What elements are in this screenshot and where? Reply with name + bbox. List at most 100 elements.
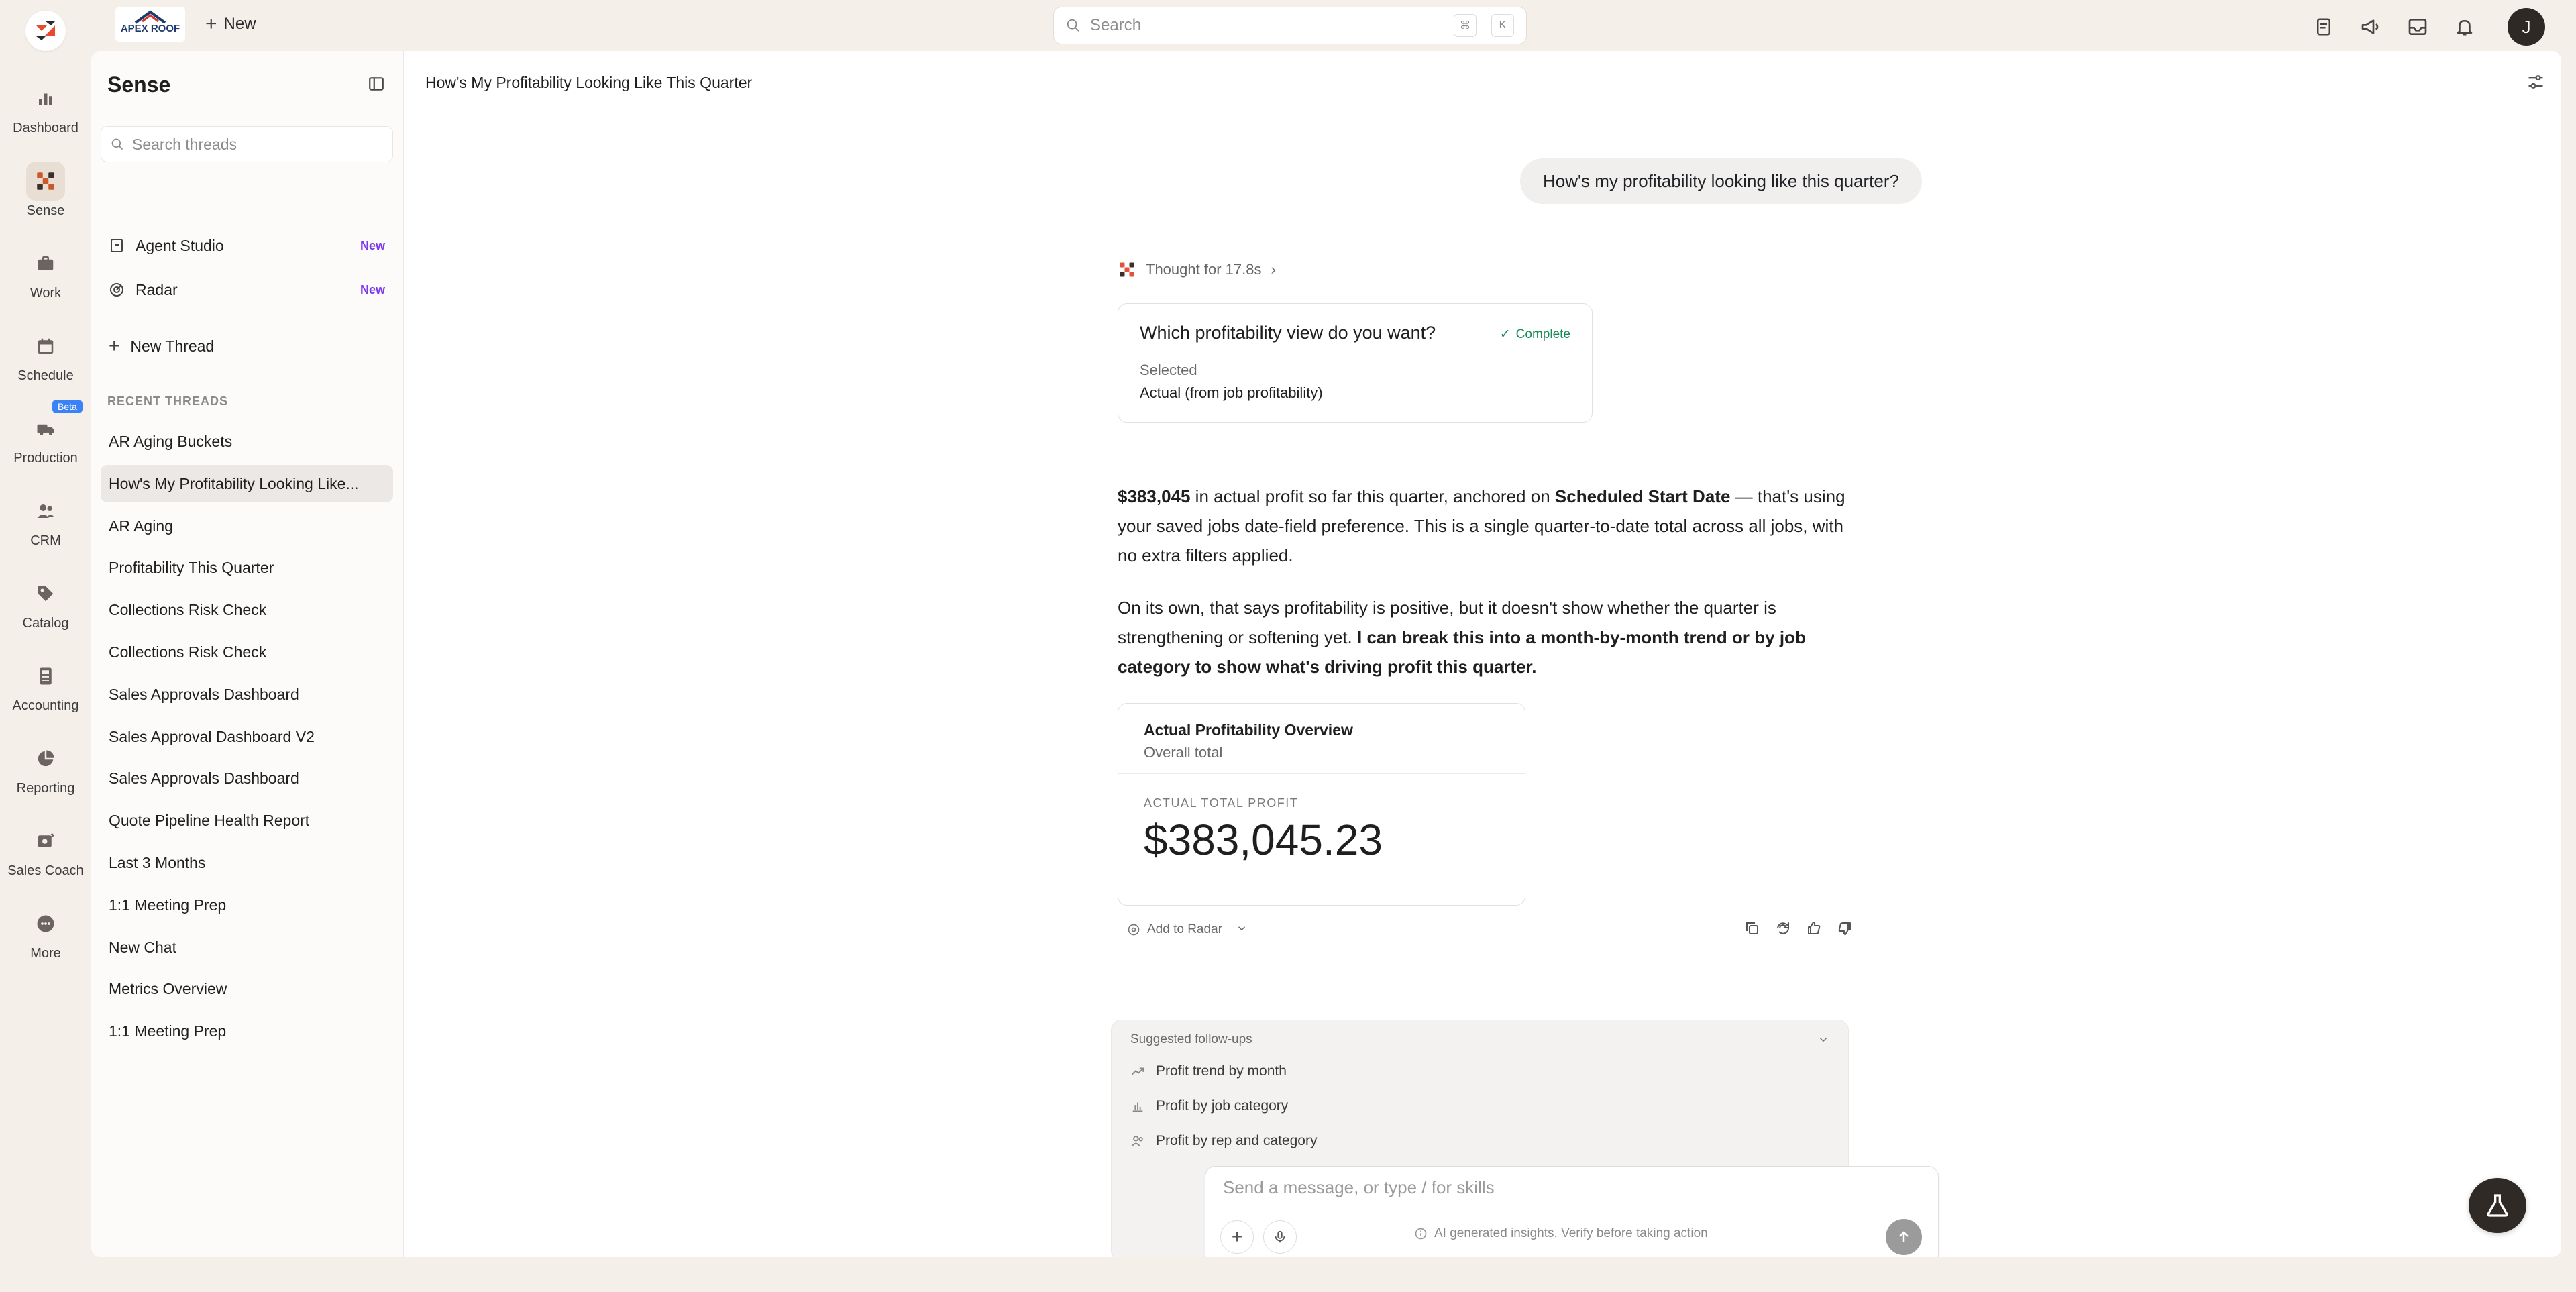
sidebar-item-agent-studio[interactable]: Agent Studio New: [101, 227, 393, 264]
company-logo[interactable]: APEX ROOF: [115, 7, 185, 42]
rail-item-reporting[interactable]: Reporting: [0, 727, 91, 801]
search-placeholder: Search: [1090, 16, 1142, 34]
coach-icon: [26, 822, 65, 861]
new-button-label: New: [223, 15, 256, 33]
bar-chart-icon: [26, 79, 65, 118]
rail-item-catalog[interactable]: Catalog: [0, 562, 91, 636]
followup-item[interactable]: Profit trend by month: [1130, 1063, 1287, 1079]
rail-item-sales-coach[interactable]: Sales Coach: [0, 810, 91, 883]
user-message: How's my profitability looking like this…: [1520, 158, 1922, 204]
sidebar-item-label: Radar: [136, 280, 178, 299]
radar-icon: [110, 283, 123, 297]
answer-paragraph-2: On its own, that says profitability is p…: [1118, 593, 1862, 682]
thread-item[interactable]: Sales Approvals Dashboard: [101, 676, 393, 713]
disclaimer-text: AI generated insights. Verify before tak…: [1434, 1226, 1708, 1240]
company-logo-text: APEX ROOF: [120, 23, 180, 34]
thread-item-active[interactable]: How's My Profitability Looking Like...: [101, 465, 393, 502]
rail-item-schedule[interactable]: Schedule: [0, 315, 91, 388]
document-edit-icon: [111, 239, 123, 252]
thread-item[interactable]: Sales Approvals Dashboard: [101, 759, 393, 797]
thread-item[interactable]: Sales Approval Dashboard V2: [101, 718, 393, 755]
followup-item[interactable]: Profit by rep and category: [1130, 1133, 1317, 1149]
flask-button[interactable]: [2469, 1178, 2526, 1233]
info-icon: [1415, 1228, 1427, 1240]
user-avatar[interactable]: J: [2508, 8, 2545, 46]
rail-item-production[interactable]: Beta Production: [0, 397, 91, 471]
thread-item[interactable]: AR Aging: [101, 507, 393, 545]
thread-search-input[interactable]: Search threads: [101, 126, 393, 162]
refresh-icon[interactable]: [1775, 920, 1791, 940]
thread-item[interactable]: Metrics Overview: [101, 970, 393, 1008]
calculator-icon: [26, 657, 65, 696]
thread-item[interactable]: AR Aging Buckets: [101, 423, 393, 460]
arrow-up-icon: [1899, 1231, 1909, 1242]
thought-toggle[interactable]: Thought for 17.8s ›: [1118, 260, 1276, 279]
top-bar: APEX ROOF + New Search ⌘ K J: [0, 0, 2576, 51]
rail-label: Production: [13, 451, 78, 466]
new-badge: New: [360, 282, 385, 297]
inbox-icon[interactable]: [2404, 10, 2431, 44]
ai-disclaimer: AI generated insights. Verify before tak…: [1414, 1226, 1708, 1241]
complete-label: Complete: [1515, 327, 1570, 341]
beta-badge: Beta: [52, 400, 83, 413]
sidebar-toggle-icon[interactable]: [368, 75, 385, 96]
attach-button[interactable]: +: [1220, 1220, 1254, 1254]
new-button[interactable]: + New: [205, 11, 256, 38]
followup-item[interactable]: Profit by job category: [1130, 1098, 1288, 1114]
followup-label: Profit trend by month: [1156, 1063, 1287, 1079]
selected-value: Actual (from job profitability): [1140, 384, 1323, 401]
thread-search-placeholder: Search threads: [132, 135, 237, 153]
message-icon-buttons: [1744, 920, 1853, 940]
chevron-down-icon[interactable]: [1236, 922, 1248, 938]
rail-item-accounting[interactable]: Accounting: [0, 645, 91, 718]
divider: [1118, 773, 1525, 774]
main-panel: Sense Search threads Agent Studio New Ra…: [91, 51, 2561, 1257]
users-icon: [26, 492, 65, 531]
thread-item[interactable]: 1:1 Meeting Prep: [101, 1012, 393, 1050]
sidebar-item-radar[interactable]: Radar New: [101, 271, 393, 309]
send-button[interactable]: [1886, 1219, 1922, 1255]
stat-card-title: Actual Profitability Overview: [1144, 721, 1353, 739]
answer-text: in actual profit so far this quarter, an…: [1190, 486, 1555, 506]
briefcase-icon: [26, 244, 65, 283]
bell-icon[interactable]: [2451, 10, 2478, 44]
tag-icon: [26, 574, 65, 613]
rail-item-sense[interactable]: Sense: [0, 150, 91, 223]
chevron-down-icon[interactable]: [1817, 1034, 1829, 1049]
rail-label: Sales Coach: [7, 863, 84, 878]
composer-placeholder: Send a message, or type / for skills: [1223, 1177, 1495, 1197]
megaphone-icon[interactable]: [2357, 10, 2384, 44]
thread-item[interactable]: Last 3 Months: [101, 844, 393, 881]
sliders-icon[interactable]: [2526, 72, 2545, 95]
thought-label: Thought for 17.8s: [1146, 261, 1262, 278]
rail-item-dashboard[interactable]: Dashboard: [0, 67, 91, 141]
thread-item[interactable]: 1:1 Meeting Prep: [101, 886, 393, 924]
app-logo[interactable]: [25, 11, 66, 51]
rail-label: Catalog: [22, 616, 69, 631]
thread-item[interactable]: Collections Risk Check: [101, 633, 393, 671]
add-to-radar-button[interactable]: Add to Radar: [1127, 922, 1222, 937]
new-thread-button[interactable]: + New Thread: [101, 327, 393, 365]
stat-card-subtitle: Overall total: [1144, 744, 1223, 761]
rail-label: Sense: [26, 203, 65, 218]
profit-stat-card: Actual Profitability Overview Overall to…: [1118, 703, 1525, 906]
message-composer[interactable]: Send a message, or type / for skills +: [1205, 1166, 1939, 1257]
stat-value: $383,045.23: [1144, 816, 1383, 864]
thread-item[interactable]: Collections Risk Check: [101, 591, 393, 629]
chevron-right-icon: ›: [1271, 261, 1276, 278]
thumbs-down-icon[interactable]: [1837, 920, 1853, 940]
thread-item[interactable]: New Chat: [101, 928, 393, 966]
copy-icon[interactable]: [1744, 920, 1760, 940]
mic-button[interactable]: [1263, 1220, 1297, 1254]
thumbs-up-icon[interactable]: [1806, 920, 1822, 940]
top-icons: J: [2310, 8, 2545, 46]
rail-item-crm[interactable]: CRM: [0, 480, 91, 553]
thread-item[interactable]: Profitability This Quarter: [101, 549, 393, 586]
thread-item[interactable]: Quote Pipeline Health Report: [101, 802, 393, 839]
profit-amount: $383,045: [1118, 486, 1191, 506]
truck-icon: [26, 409, 65, 448]
document-icon[interactable]: [2310, 10, 2337, 44]
global-search[interactable]: Search ⌘ K: [1053, 7, 1527, 44]
rail-item-more[interactable]: More: [0, 892, 91, 966]
rail-item-work[interactable]: Work: [0, 232, 91, 306]
